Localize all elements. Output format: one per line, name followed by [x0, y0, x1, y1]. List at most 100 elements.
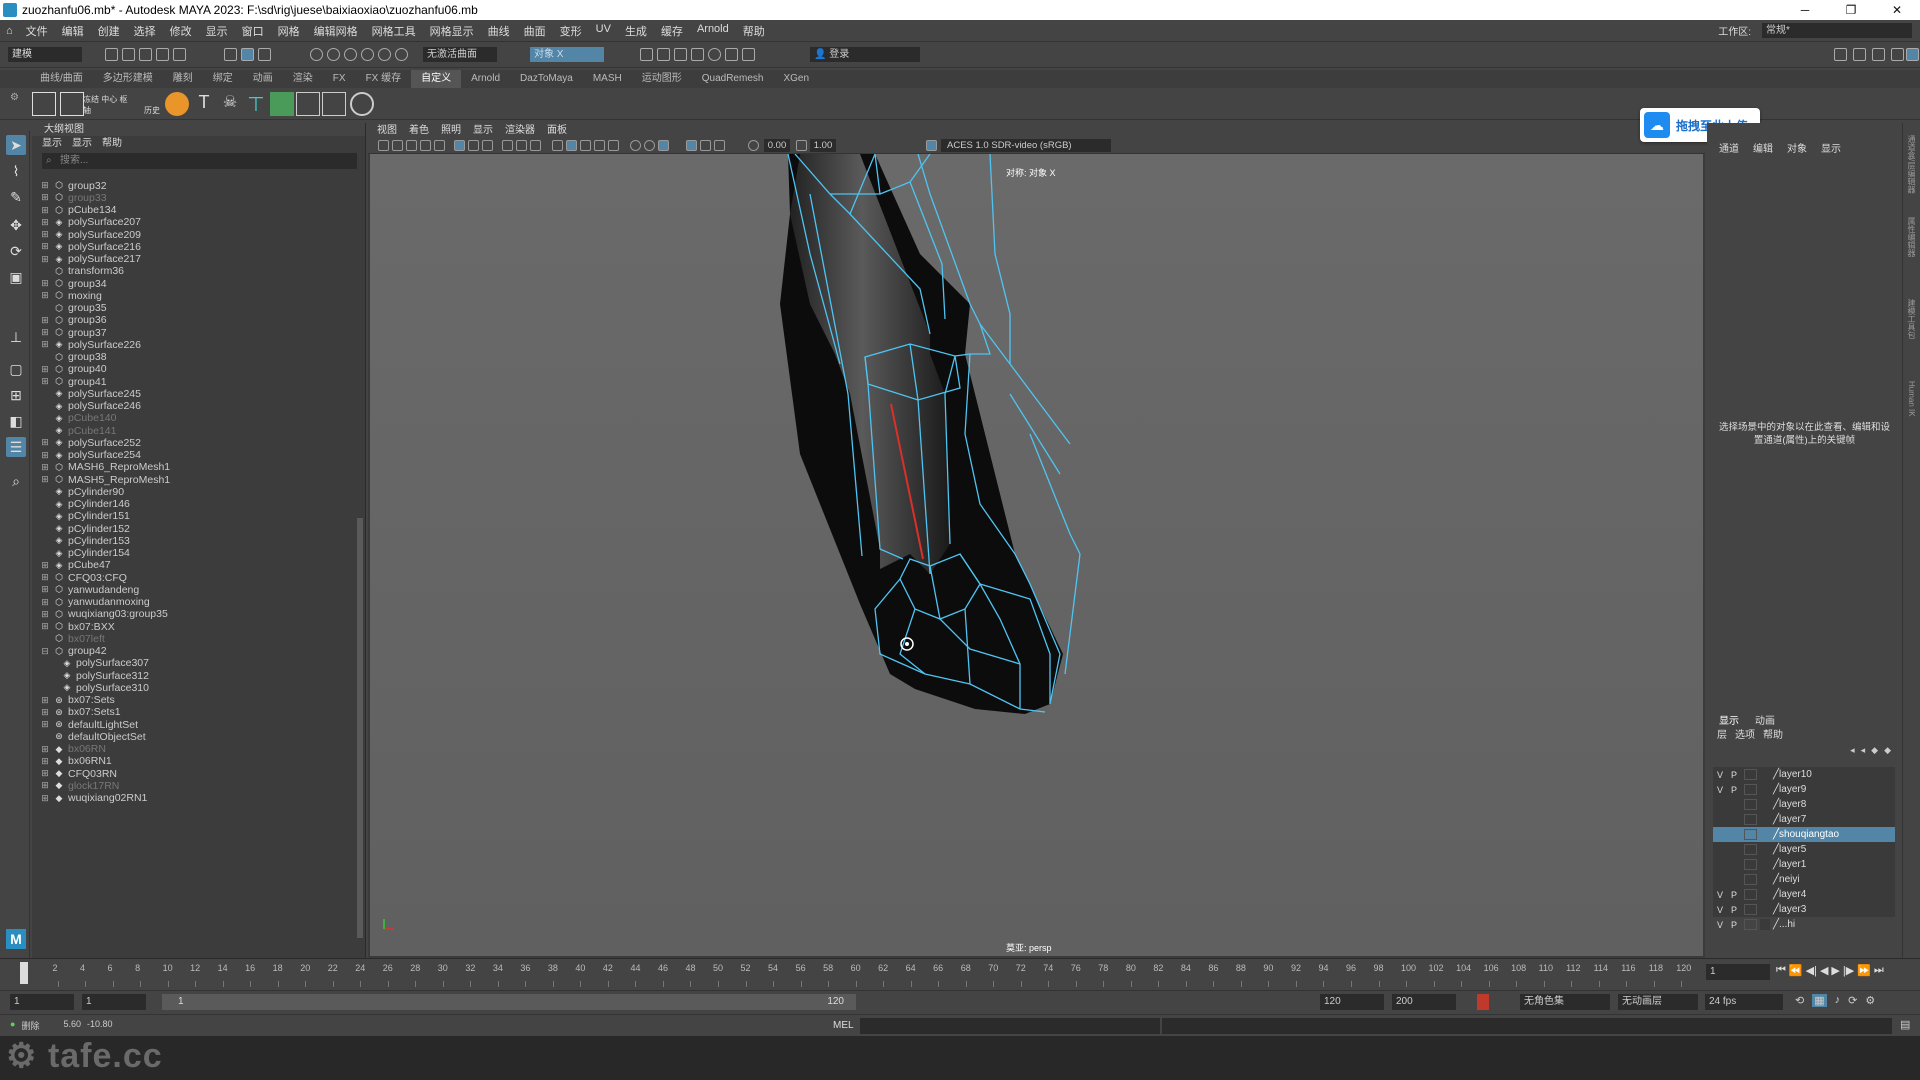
time-slider[interactable]: 2 4 6 8 10 12 14 16 18 20 22 24 26 28 30 32 34 36 38 40 42 44… — [0, 958, 1920, 987]
lasso-tool-icon[interactable]: ⌇ — [6, 161, 26, 181]
shelf-tab[interactable]: 雕刻 — [163, 70, 203, 88]
expand-icon[interactable]: ⊞ — [40, 462, 50, 472]
side-tab[interactable]: 属性编辑器 — [1906, 217, 1917, 287]
menu-item[interactable]: 显示 — [199, 23, 235, 39]
expand-icon[interactable]: ⊞ — [40, 290, 50, 301]
textured-icon[interactable] — [594, 140, 605, 151]
layer-color-swatch[interactable] — [1760, 859, 1770, 870]
color-management-icon[interactable] — [926, 140, 937, 151]
arnold-shelf-icon[interactable] — [165, 92, 189, 116]
smooth-shade-icon[interactable] — [566, 140, 577, 151]
render-frame-icon[interactable] — [640, 48, 653, 61]
layer-row[interactable]: V P ╱ layer10 — [1713, 767, 1895, 782]
image-plane-icon[interactable] — [420, 140, 431, 151]
move-layer-up-icon[interactable]: ◂ — [1850, 745, 1855, 756]
bind-skin-icon[interactable] — [296, 92, 320, 116]
select-object-icon[interactable] — [241, 48, 254, 61]
playback-end-field[interactable]: 120 — [1320, 994, 1384, 1010]
expand-icon[interactable]: ⊞ — [40, 584, 50, 595]
arnold-stop-icon[interactable] — [742, 48, 755, 61]
snap-edge-icon[interactable] — [395, 48, 408, 61]
channel-box-icon[interactable] — [1891, 48, 1904, 61]
layer-visibility-toggle[interactable]: V — [1713, 785, 1727, 795]
expand-icon[interactable]: ⊞ — [40, 327, 50, 338]
layer-row[interactable]: V P ╱ layer4 — [1713, 887, 1895, 902]
shelf-tab[interactable]: Arnold — [461, 70, 510, 88]
new-scene-icon[interactable] — [105, 48, 118, 61]
shelf-tab[interactable]: 曲线/曲面 — [30, 70, 93, 88]
step-back-frame-icon[interactable]: ◀| — [1806, 964, 1817, 977]
expand-icon[interactable]: ⊞ — [40, 560, 50, 570]
menu-item[interactable]: 网格工具 — [365, 23, 423, 39]
layer-color-swatch[interactable] — [1760, 784, 1770, 795]
save-scene-icon[interactable] — [139, 48, 152, 61]
layer-row[interactable]: V P ╱ ...hi — [1713, 917, 1895, 932]
shelf-tab[interactable]: FX — [323, 70, 356, 88]
layer-menu-layers[interactable]: 层 — [1717, 729, 1727, 743]
film-gate-icon[interactable] — [454, 140, 465, 151]
menu-set-dropdown[interactable]: 建模 — [8, 47, 82, 62]
xray-components-icon[interactable] — [714, 140, 725, 151]
playback-speed-icon[interactable]: ⟳ — [1848, 994, 1857, 1007]
menu-item[interactable]: 变形 — [553, 23, 589, 39]
shadows-icon[interactable] — [630, 140, 641, 151]
range-bar[interactable]: 1 120 — [162, 994, 856, 1010]
playback-start-field[interactable]: 1 — [82, 994, 146, 1010]
close-button[interactable]: ✕ — [1874, 0, 1920, 20]
layer-menu-options[interactable]: 选项 — [1735, 729, 1755, 743]
freeze-center-pivot-button[interactable]: 冻结 中心 枢轴 — [83, 92, 135, 116]
xray-icon[interactable] — [686, 140, 697, 151]
new-layer-selected-icon[interactable]: ◆ — [1884, 745, 1891, 756]
paint-select-icon[interactable]: ✎ — [6, 187, 26, 207]
layer-playback-toggle[interactable]: P — [1727, 920, 1741, 930]
layer-visibility-toggle[interactable]: V — [1713, 920, 1727, 930]
expand-icon[interactable]: ⊞ — [40, 744, 50, 754]
expand-icon[interactable]: ⊞ — [40, 205, 50, 215]
redo-icon[interactable] — [173, 48, 186, 61]
exposure-field[interactable]: 0.00 — [764, 139, 790, 152]
expand-icon[interactable]: ⊞ — [40, 229, 50, 240]
cache-icon[interactable]: ▦ — [1812, 994, 1827, 1007]
layer-color-swatch[interactable] — [1760, 874, 1770, 885]
expand-icon[interactable]: ⊞ — [40, 707, 50, 717]
expand-icon[interactable]: ⊞ — [40, 376, 50, 387]
menu-item[interactable]: 窗口 — [235, 23, 271, 39]
prefs-icon[interactable]: ⚙ — [1865, 994, 1875, 1007]
grid-icon[interactable] — [434, 140, 445, 151]
menu-item[interactable]: 文件 — [19, 23, 55, 39]
gamma-icon[interactable] — [796, 140, 807, 151]
layer-row[interactable]: ╱ neiyi — [1713, 872, 1895, 887]
minimize-button[interactable]: ─ — [1782, 0, 1828, 20]
menu-item[interactable]: UV — [589, 23, 618, 39]
expand-icon[interactable]: ⊞ — [40, 437, 50, 448]
layer-type-toggle[interactable] — [1744, 799, 1757, 810]
attribute-editor-icon[interactable] — [1853, 48, 1866, 61]
perspective-viewport[interactable]: 对称: 对象 X 莫亚: persp — [370, 154, 1703, 956]
layer-visibility-toggle[interactable]: V — [1713, 905, 1727, 915]
target-icon[interactable] — [350, 92, 374, 116]
menu-item[interactable]: 编辑网格 — [307, 23, 365, 39]
shelf-tab[interactable]: 渲染 — [283, 70, 323, 88]
maximize-button[interactable]: ❐ — [1828, 0, 1874, 20]
menu-item[interactable]: 网格显示 — [423, 23, 481, 39]
select-component-icon[interactable] — [258, 48, 271, 61]
character-set-dropdown[interactable]: 无角色集 — [1520, 994, 1610, 1010]
t-tool-icon[interactable]: T — [192, 92, 216, 116]
snap-point-icon[interactable] — [344, 48, 357, 61]
single-view-icon[interactable]: ▢ — [6, 359, 26, 379]
ipr-render-icon[interactable] — [657, 48, 670, 61]
symmetry-dropdown[interactable]: 对象 X — [530, 47, 604, 62]
grid-tool-icon[interactable] — [32, 92, 56, 116]
channel-box-menu-item[interactable]: 通道 — [1719, 142, 1739, 157]
loop-icon[interactable]: ⟲ — [1795, 994, 1804, 1007]
viewport-menu-item[interactable]: 照明 — [441, 123, 461, 138]
paint-weights-icon[interactable] — [270, 92, 294, 116]
workspace-dropdown[interactable]: 常规* — [1762, 23, 1912, 38]
shelf-tab[interactable]: FX 缓存 — [356, 70, 412, 88]
current-frame-marker[interactable] — [20, 962, 28, 984]
layer-menu-help[interactable]: 帮助 — [1763, 729, 1783, 743]
scale-tool-icon[interactable]: ▣ — [6, 267, 26, 287]
layer-type-toggle[interactable] — [1744, 784, 1757, 795]
layer-row[interactable]: V P ╱ layer9 — [1713, 782, 1895, 797]
step-back-key-icon[interactable]: ⏪ — [1789, 964, 1803, 977]
